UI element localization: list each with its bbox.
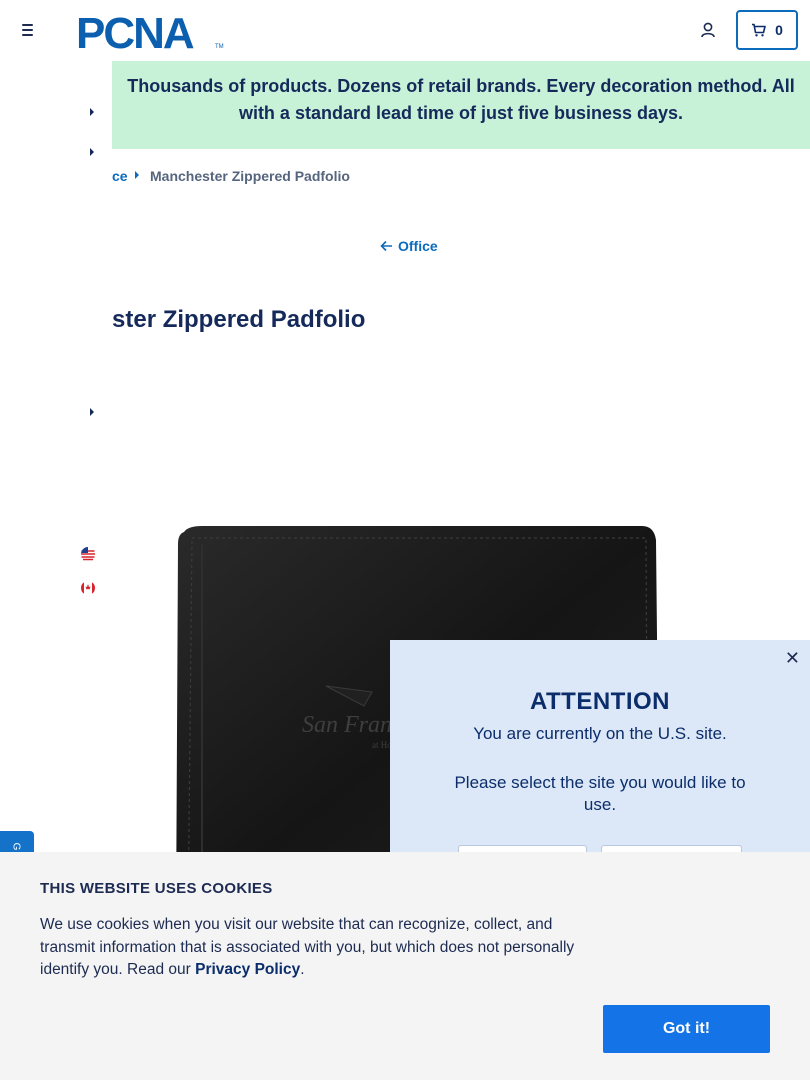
privacy-policy-link[interactable]: Privacy Policy	[195, 961, 300, 978]
attention-title: ATTENTION	[529, 688, 671, 715]
side-drawer	[0, 61, 112, 851]
drawer-arrow-icon[interactable]	[88, 106, 96, 118]
cookie-period: .	[300, 961, 305, 978]
product-title: ster Zippered Padfolio	[112, 306, 366, 333]
cart-button[interactable]: 0	[736, 10, 798, 50]
cookie-text: We use cookies when you visit our websit…	[40, 914, 600, 982]
close-icon[interactable]: ✕	[785, 648, 800, 669]
cart-icon	[752, 23, 766, 37]
promo-line-1: Thousands of products. Dozens of retail …	[127, 76, 795, 96]
promo-line-2: with a standard lead time of just five b…	[238, 103, 684, 123]
svg-text:TM: TM	[215, 44, 224, 50]
back-to-office-link[interactable]: Office	[380, 238, 438, 254]
cookie-banner: THIS WEBSITE USES COOKIES We use cookies…	[0, 852, 810, 1080]
us-flag-icon[interactable]	[80, 547, 96, 561]
site-header: PCNA TM 0	[0, 0, 810, 60]
breadcrumb-parent-link[interactable]: ce	[112, 168, 128, 184]
cookie-title: THIS WEBSITE USES COOKIES	[40, 880, 273, 897]
arrow-left-icon	[380, 240, 392, 252]
attention-instruction: Please select the site you would like to…	[454, 773, 746, 814]
cart-count: 0	[775, 22, 783, 38]
breadcrumb-current: Manchester Zippered Padfolio	[150, 168, 350, 184]
hamburger-menu-icon[interactable]	[16, 18, 40, 42]
back-link-label: Office	[398, 238, 438, 254]
drawer-arrow-icon[interactable]	[88, 406, 96, 418]
account-icon[interactable]	[698, 20, 718, 40]
promo-banner: Thousands of products. Dozens of retail …	[112, 61, 810, 149]
svg-text:PCNA: PCNA	[76, 10, 194, 50]
accept-cookies-button[interactable]: Got it!	[603, 1005, 770, 1053]
drawer-arrow-icon[interactable]	[88, 146, 96, 158]
cookie-body: We use cookies when you visit our websit…	[40, 916, 575, 978]
site-selection-modal: ✕ ATTENTION You are currently on the U.S…	[390, 640, 810, 885]
breadcrumb-arrow-icon	[135, 171, 139, 179]
attention-current-site: You are currently on the U.S. site.	[473, 724, 727, 743]
pcna-logo[interactable]: PCNA TM	[76, 10, 224, 50]
svg-text:San Fran: San Fran	[302, 712, 392, 738]
canada-flag-icon[interactable]	[80, 581, 96, 595]
